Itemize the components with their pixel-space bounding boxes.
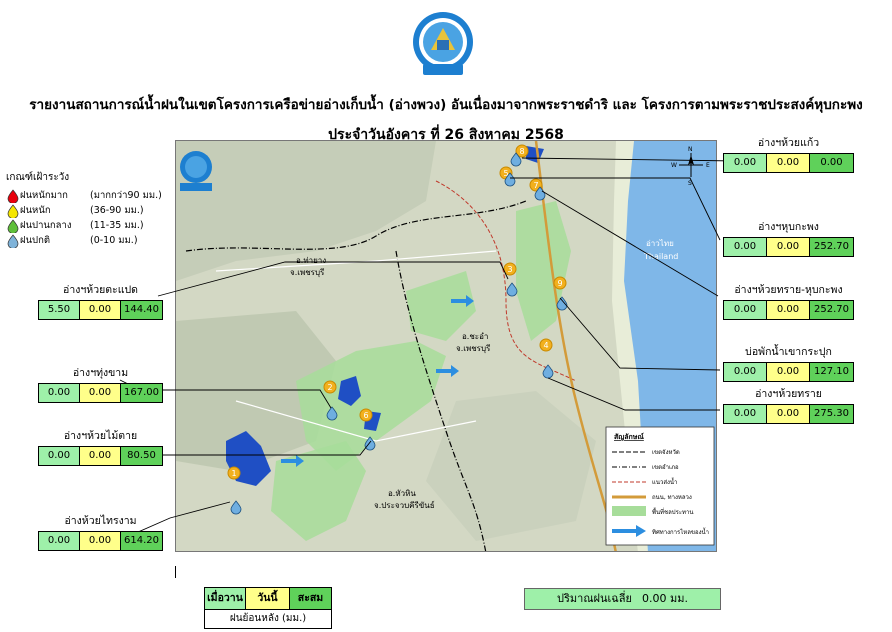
rain-drop-icon [7,218,19,233]
rain-yesterday: 0.00 [724,301,767,319]
rain-drop-icon [7,188,19,203]
reservoir-name: อ่างห้วยไทรงาม [64,515,137,527]
reservoir-name: อ่างฯห้วยตะแปด [63,284,138,296]
rain-drop-icon [7,203,19,218]
legend-caption: ฝนย้อนหลัง (มม.) [205,609,331,628]
criteria-name: ฝนหนัก [20,205,51,216]
rain-drop-icon [7,233,19,248]
reservoir-name: บ่อพักน้ำเขากระปุก [745,346,832,358]
rain-today: 0.00 [80,532,121,550]
rain-today: 0.00 [80,384,121,402]
criteria-range: (0-10 มม.) [90,235,138,246]
legend-total: สะสม [290,588,331,609]
rain-total: 127.10 [810,363,853,381]
criteria-row: ฝนปกติ (0-10 มม.) [6,233,181,248]
criteria-range: (มากกว่า90 มม.) [90,190,162,201]
reservoir-name: อ่างฯห้วยแก้ว [757,137,820,149]
reservoir-name: อ่างฯห้วยทราย-หุบกะพง [734,284,843,296]
average-value: 0.00 มม. [641,592,688,605]
rain-yesterday: 0.00 [724,405,767,423]
rain-yesterday: 0.00 [39,447,80,465]
rain-total: 144.40 [121,301,162,319]
reservoir-box-huai-sai-hup-kaphong: อ่างฯห้วยทราย-หุบกะพง 0.00 0.00 252.70 [723,281,854,320]
reservoir-name: อ่างฯห้วยไม้ตาย [63,430,138,442]
average-rainfall: ปริมาณฝนเฉลี่ย 0.00 มม. [524,588,721,610]
reservoir-box-hup-kaphong: อ่างฯหุบกะพง 0.00 0.00 252.70 [723,218,854,257]
rain-total: 252.70 [810,301,853,319]
reservoir-name: อ่างฯหุบกะพง [758,221,819,233]
rain-yesterday: 0.00 [724,154,767,172]
reservoir-box-huai-sai: อ่างฯห้วยทราย 0.00 0.00 275.30 [723,385,854,424]
rain-total: 614.20 [121,532,162,550]
rain-total: 252.70 [810,238,853,256]
criteria-range: (11-35 มม.) [90,220,144,231]
legend-today: วันนี้ [246,588,290,609]
text-cursor [175,566,176,578]
reservoir-name: อ่างฯห้วยทราย [755,388,822,400]
reservoir-box-thung-kham: อ่างฯทุ่งขาม 0.00 0.00 167.00 [38,364,163,403]
rain-today: 0.00 [767,238,810,256]
rain-today: 0.00 [767,363,810,381]
criteria-name: ฝนปานกลาง [20,220,72,231]
rain-total: 167.00 [121,384,162,402]
reservoir-box-huai-mai-tai: อ่างฯห้วยไม้ตาย 0.00 0.00 80.50 [38,427,163,466]
criteria-row: ฝนหนักมาก (มากกว่า90 มม.) [6,188,181,203]
rain-yesterday: 0.00 [724,238,767,256]
warning-criteria: เกณฑ์เฝ้าระวัง ฝนหนักมาก (มากกว่า90 มม.) ฝ… [6,170,181,248]
criteria-heading: เกณฑ์เฝ้าระวัง [6,172,70,183]
rain-today: 0.00 [80,301,121,319]
rain-today: 0.00 [80,447,121,465]
rain-yesterday: 0.00 [39,384,80,402]
rain-table-legend: เมื่อวาน วันนี้ สะสม ฝนย้อนหลัง (มม.) [204,587,332,629]
rain-today: 0.00 [767,405,810,423]
average-label: ปริมาณฝนเฉลี่ย [557,592,632,605]
rain-total: 80.50 [121,447,162,465]
rain-today: 0.00 [767,154,810,172]
criteria-row: ฝนหนัก (36-90 มม.) [6,203,181,218]
reservoir-box-huai-taphaet: อ่างฯห้วยตะแปด 5.50 0.00 144.40 [38,281,163,320]
criteria-row: ฝนปานกลาง (11-35 มม.) [6,218,181,233]
reservoir-box-huai-sai-ngam: อ่างห้วยไทรงาม 0.00 0.00 614.20 [38,512,163,551]
criteria-name: ฝนปกติ [20,235,51,246]
criteria-name: ฝนหนักมาก [20,190,68,201]
rain-yesterday: 0.00 [39,532,80,550]
legend-yesterday: เมื่อวาน [205,588,246,609]
criteria-range: (36-90 มม.) [90,205,144,216]
reservoir-box-bo-phak-nam: บ่อพักน้ำเขากระปุก 0.00 0.00 127.10 [723,343,854,382]
rain-total: 0.00 [810,154,853,172]
reservoir-box-huai-kaeo: อ่างฯห้วยแก้ว 0.00 0.00 0.00 [723,134,854,173]
rain-yesterday: 5.50 [39,301,80,319]
rain-total: 275.30 [810,405,853,423]
rain-today: 0.00 [767,301,810,319]
rain-yesterday: 0.00 [724,363,767,381]
reservoir-name: อ่างฯทุ่งขาม [72,367,129,379]
